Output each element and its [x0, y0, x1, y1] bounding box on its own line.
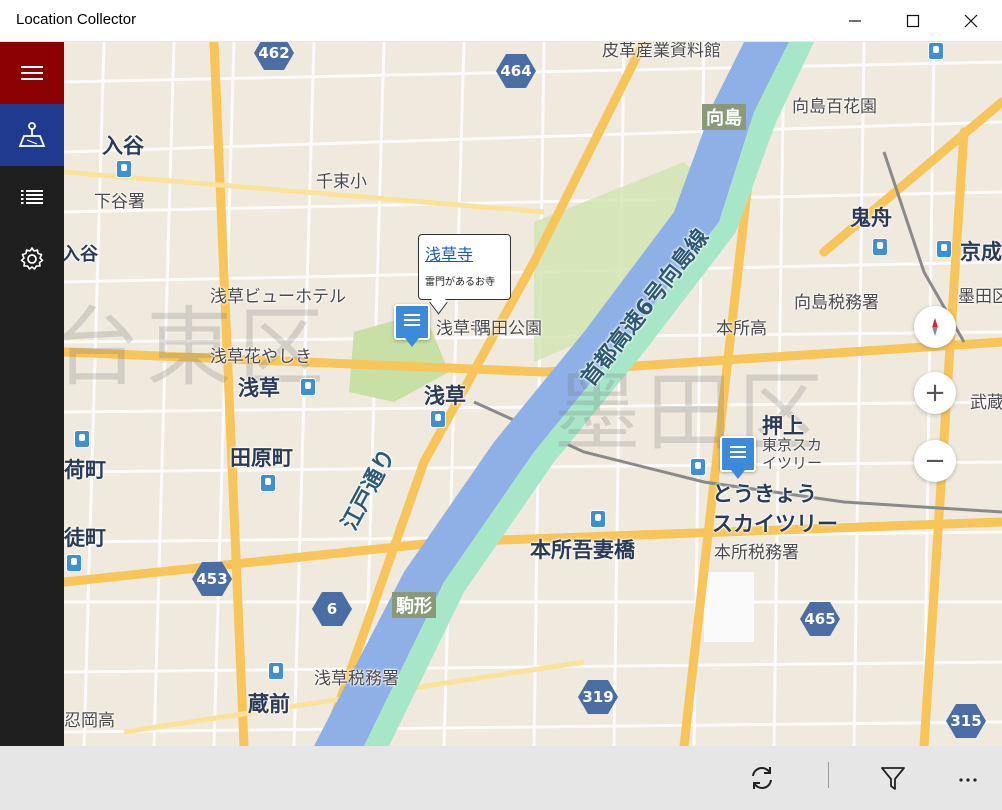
refresh-button[interactable] [738, 756, 786, 800]
hamburger-icon [21, 66, 43, 80]
map-label: 隅田公園 [474, 319, 542, 339]
station-icon [590, 510, 606, 528]
map-label: 田原町 [230, 446, 293, 470]
nav-settings-button[interactable] [0, 228, 64, 290]
map-label: 忍岡高 [64, 711, 115, 731]
filter-icon [881, 767, 905, 790]
compass-icon [932, 317, 938, 337]
map-label: 武蔵亀 [970, 393, 1002, 413]
compass-button[interactable] [914, 306, 956, 348]
map-label: 蔵前 [248, 692, 290, 716]
app-title: Location Collector [16, 11, 137, 28]
station-icon [936, 240, 952, 258]
nav-map-button[interactable] [0, 104, 64, 166]
minimize-button[interactable] [826, 0, 884, 42]
pin-popup: 浅草寺 雷門があるお寺 [418, 234, 511, 300]
station-icon [872, 238, 888, 256]
nav-pane [0, 42, 64, 746]
popup-description: 雷門があるお寺 [425, 277, 495, 288]
nav-list-button[interactable] [0, 166, 64, 228]
map-label: 千束小 [316, 172, 367, 192]
filter-button[interactable] [869, 756, 917, 800]
map-view[interactable]: 台東区 墨田区 入谷 下谷署 千束小 浅草ビューホテル 浅草花やしき 浅草 浅草… [64, 42, 1002, 746]
hamburger-menu-button[interactable] [0, 42, 64, 104]
map-label: 荷町 [64, 458, 106, 482]
station-icon [690, 458, 706, 476]
station-icon [116, 160, 132, 178]
more-button[interactable] [944, 756, 992, 800]
station-icon [260, 474, 276, 492]
location-pin[interactable] [394, 304, 430, 347]
map-label: 本所高 [716, 319, 767, 339]
title-bar: Location Collector [0, 0, 1002, 42]
station-icon [66, 554, 82, 572]
map-label: 徒町 [64, 526, 106, 550]
zoom-in-button[interactable]: + [914, 372, 956, 414]
refresh-icon [752, 767, 772, 789]
close-button[interactable] [942, 0, 1000, 42]
more-icon [959, 778, 977, 782]
map-label: 下谷署 [94, 192, 145, 212]
map-label: 浅草花やしき [210, 347, 312, 367]
map-label: 本所吾妻橋 [530, 538, 635, 562]
map-label: スカイツリー [712, 512, 838, 536]
maximize-icon [906, 14, 920, 28]
command-separator [828, 762, 829, 788]
location-pin[interactable] [720, 436, 756, 479]
map-label: 駒形 [392, 592, 436, 618]
zoom-out-button[interactable]: − [914, 440, 956, 482]
map-label: 浅草ビューホテル [210, 287, 346, 307]
map-label: 向島税務署 [794, 293, 879, 313]
map-label: 入谷 [64, 244, 98, 265]
map-label: 向島百花園 [792, 97, 877, 117]
close-icon [964, 14, 978, 28]
station-icon [928, 42, 944, 60]
map-location-icon [18, 122, 46, 147]
map-label: とうきょう [712, 482, 817, 506]
map-label: 入谷 [102, 134, 144, 158]
maximize-button[interactable] [884, 0, 942, 42]
popup-title-link[interactable]: 浅草寺 [425, 241, 504, 265]
station-icon [300, 378, 316, 396]
map-label: 向島 [702, 104, 746, 130]
note-icon [730, 446, 746, 461]
pin-label: 東京スカ イツリー [762, 436, 823, 472]
minimize-icon [849, 20, 861, 22]
map-label: 浅草 [424, 384, 466, 408]
map-label: 本所税務署 [714, 543, 799, 563]
map-label: 鬼舟 [850, 206, 892, 230]
command-bar [0, 746, 1002, 810]
note-icon [404, 314, 420, 329]
gear-icon [20, 247, 44, 270]
map-label: 浅草税務署 [314, 669, 399, 689]
map-label: 墨田区 [958, 287, 1002, 307]
map-label: 皮革産業資料館 [602, 42, 721, 61]
list-icon [21, 190, 43, 204]
station-icon [430, 410, 446, 428]
map-label: 京成 [960, 240, 1002, 264]
station-icon [74, 430, 90, 448]
station-icon [268, 662, 284, 680]
map-label: 浅草 [238, 376, 280, 400]
